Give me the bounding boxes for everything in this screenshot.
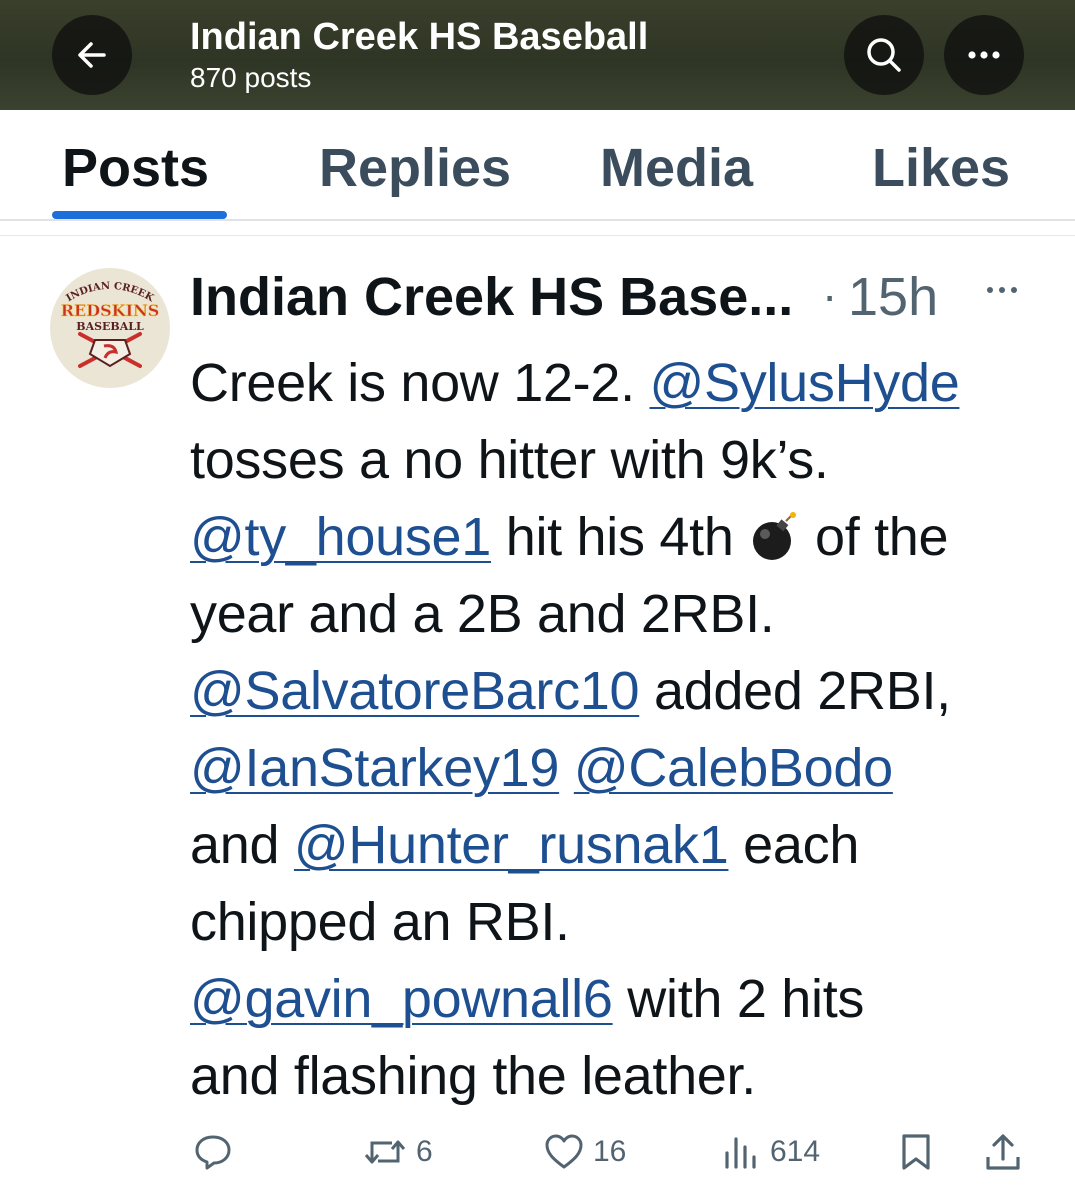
bar-chart-icon	[725, 1137, 756, 1169]
tab-replies[interactable]: Replies	[319, 137, 511, 199]
bookmark-button[interactable]	[896, 1130, 936, 1174]
repost-icon	[364, 1140, 406, 1164]
post-text: hit his 4th	[491, 507, 749, 567]
svg-text:REDSKINS: REDSKINS	[61, 301, 160, 320]
more-horizontal-icon	[968, 51, 1000, 59]
bomb-icon	[753, 512, 797, 560]
view-count: 614	[770, 1135, 821, 1168]
search-icon	[867, 38, 901, 72]
profile-header: Indian Creek HS Baseball 870 posts	[0, 0, 1075, 110]
feed-divider	[0, 235, 1075, 236]
post-text: with 2 hits	[612, 969, 865, 1029]
post-text: of the	[800, 507, 949, 567]
share-button[interactable]	[982, 1130, 1024, 1174]
post-more-button[interactable]	[982, 280, 1022, 300]
repost-count: 6	[416, 1135, 433, 1168]
avatar[interactable]: INDIAN CREEK REDSKINS BASEBALL	[50, 268, 170, 388]
views-button[interactable]: 614	[720, 1130, 820, 1174]
arrow-left-icon	[78, 42, 106, 68]
post-text: Creek is now 12-2.	[190, 353, 650, 413]
page-title: Indian Creek HS Baseball	[190, 16, 649, 58]
post-count: 870 posts	[190, 62, 312, 93]
more-options-button[interactable]	[944, 15, 1024, 95]
post-body: Creek is now 12-2. @SylusHyde tosses a n…	[190, 345, 1050, 1115]
post-text: year and a 2B and 2RBI.	[190, 584, 775, 644]
reply-icon	[195, 1135, 231, 1170]
more-horizontal-icon	[987, 287, 1017, 293]
like-button[interactable]: 16	[543, 1130, 626, 1174]
post-author[interactable]: Indian Creek HS Base...	[190, 266, 793, 328]
reply-button[interactable]	[192, 1130, 234, 1174]
post-text: chipped an RBI.	[190, 892, 570, 952]
post-text: tosses a no hitter with 9k’s.	[190, 430, 829, 490]
mention-link[interactable]: @ty_house1	[190, 507, 491, 567]
profile-tabs: Posts Replies Media Likes	[0, 110, 1075, 220]
mention-link[interactable]: @SalvatoreBarc10	[190, 661, 640, 721]
post-text: added 2RBI,	[639, 661, 951, 721]
mention-link[interactable]: @Hunter_rusnak1	[294, 815, 729, 875]
post-timestamp[interactable]: 15h	[848, 266, 938, 328]
meta-separator: ·	[822, 269, 838, 321]
like-count: 16	[593, 1135, 627, 1168]
back-button[interactable]	[52, 15, 132, 95]
svg-text:BASEBALL: BASEBALL	[76, 320, 144, 333]
repost-button[interactable]: 6	[362, 1130, 433, 1174]
post-text: and flashing the leather.	[190, 1046, 756, 1106]
tab-likes[interactable]: Likes	[872, 137, 1010, 199]
mention-link[interactable]: @CalebBodo	[574, 738, 893, 798]
tab-posts[interactable]: Posts	[62, 137, 209, 199]
share-icon	[986, 1134, 1020, 1170]
mention-link[interactable]: @IanStarkey19	[190, 738, 559, 798]
mention-link[interactable]: @SylusHyde	[650, 353, 960, 413]
post-text: each	[728, 815, 860, 875]
tabs-divider	[0, 219, 1075, 221]
team-logo: INDIAN CREEK REDSKINS BASEBALL	[60, 281, 160, 368]
mention-link[interactable]: @gavin_pownall6	[190, 969, 613, 1029]
search-button[interactable]	[844, 15, 924, 95]
post-text: and	[190, 815, 294, 875]
active-tab-indicator	[52, 211, 227, 219]
bookmark-icon	[902, 1134, 930, 1170]
heart-icon	[545, 1134, 583, 1169]
tab-media[interactable]: Media	[600, 137, 753, 199]
